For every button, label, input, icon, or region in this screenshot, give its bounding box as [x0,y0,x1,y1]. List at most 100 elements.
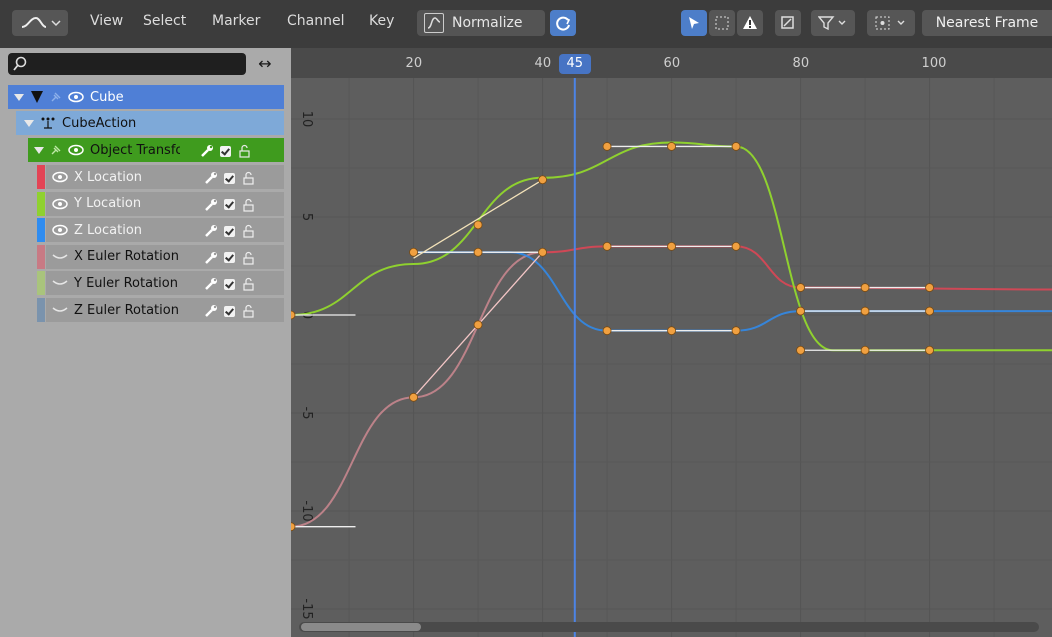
expand-arrow-icon[interactable] [24,119,34,127]
lock-icon[interactable] [241,277,255,291]
eye-closed-icon[interactable] [52,251,68,263]
keyframe-point[interactable] [409,392,418,402]
graph-editor-header: View Select Marker Channel Key Normalize… [0,0,1052,48]
keyframe-point[interactable] [409,247,418,257]
keyframe-point[interactable] [602,326,612,336]
value-tick-label: 10 [299,111,314,128]
graph-canvas[interactable]: 1050-5-10-15 [291,48,1052,637]
eye-icon[interactable] [52,198,68,210]
mute-checkbox[interactable] [220,145,231,157]
eye-closed-icon[interactable] [52,277,68,289]
keyframe-point[interactable] [667,241,676,251]
menu-channel[interactable]: Channel [287,13,344,29]
channel-row-fcurve[interactable]: Z Location [46,218,284,243]
value-tick-label: -15 [299,598,314,619]
lock-icon[interactable] [241,251,255,265]
keyframe-point[interactable] [602,241,612,251]
mute-checkbox[interactable] [224,252,235,264]
eye-closed-icon[interactable] [52,304,68,316]
keyframe-point[interactable] [473,220,483,230]
keyframe-point[interactable] [860,345,870,355]
eye-icon[interactable] [52,171,68,183]
keyframe-point[interactable] [796,306,805,316]
value-tick-label: 5 [299,213,314,221]
mute-checkbox[interactable] [224,305,235,317]
channel-row-fcurve[interactable]: Y Euler Rotation [46,271,284,296]
wrench-icon[interactable] [204,171,218,185]
keyframe-point[interactable] [925,283,934,292]
keyframe-point[interactable] [731,241,741,251]
graph-area[interactable]: 10 5 0 -5 -10 -15 [291,48,1052,637]
keyframe-point[interactable] [860,283,870,292]
eye-icon[interactable] [52,224,68,236]
channel-row-fcurve[interactable]: X Location [46,165,284,189]
search-icon [13,56,27,71]
keyframe-point[interactable] [731,326,741,336]
pin-icon[interactable] [50,91,62,103]
frame-ruler[interactable]: 20 40 60 80 100 45 [291,48,1052,78]
keyframe-point[interactable] [796,283,805,292]
wrench-icon[interactable] [204,224,218,238]
lock-icon[interactable] [241,224,255,238]
auto-normalize-button[interactable] [550,10,576,36]
keyframe-point[interactable] [925,306,934,316]
filter-dropdown[interactable] [811,10,855,36]
pin-icon[interactable] [50,144,62,156]
frame-tick-label: 100 [921,56,947,71]
menu-key[interactable]: Key [369,13,394,29]
eye-icon[interactable] [68,91,84,103]
normalize-toggle[interactable]: Normalize [417,10,545,36]
wrench-icon[interactable] [204,251,218,265]
swap-arrows-icon[interactable]: ↔ [252,54,278,74]
keyframe-point[interactable] [602,142,612,151]
channel-controls [204,277,255,291]
lock-icon[interactable] [237,144,251,158]
handles-toggle-button[interactable] [775,10,801,36]
wrench-icon[interactable] [204,198,218,212]
keyframe-point[interactable] [538,175,547,185]
expand-arrow-icon[interactable] [14,93,24,101]
mute-checkbox[interactable] [224,172,235,184]
keyframe-point[interactable] [538,247,547,257]
keyframe-point[interactable] [291,310,296,320]
keyframe-point[interactable] [667,326,676,336]
only-errors-button[interactable] [737,10,763,36]
value-tick-label: -10 [299,500,314,521]
menu-select[interactable]: Select [143,13,186,29]
pivot-icon [875,16,905,30]
show-hidden-button[interactable] [709,10,735,36]
wrench-icon[interactable] [200,144,214,158]
mute-checkbox[interactable] [224,199,235,211]
wrench-icon[interactable] [204,277,218,291]
keyframe-point[interactable] [860,306,870,316]
editor-type-button[interactable] [12,10,68,36]
menu-view[interactable]: View [90,13,123,29]
mute-checkbox[interactable] [224,225,235,237]
only-selected-button[interactable] [681,10,707,36]
mute-checkbox[interactable] [224,278,235,290]
keyframe-point[interactable] [291,522,296,532]
keyframe-point[interactable] [473,320,483,330]
channel-row-action[interactable]: CubeAction [16,111,284,135]
current-frame-indicator[interactable]: 45 [558,54,591,74]
eye-icon[interactable] [68,144,84,156]
keyframe-point[interactable] [473,247,483,257]
lock-icon[interactable] [241,171,255,185]
channel-row-object[interactable]: Cube [8,85,284,109]
channel-row-fcurve[interactable]: Y Location [46,191,284,216]
channel-row-fcurve[interactable]: X Euler Rotation [46,244,284,269]
lock-icon[interactable] [241,198,255,212]
keyframe-point[interactable] [667,142,676,151]
expand-arrow-icon[interactable] [34,146,44,154]
channel-row-fcurve[interactable]: Z Euler Rotation [46,298,284,322]
lock-icon[interactable] [241,304,255,318]
keyframe-point[interactable] [731,142,741,151]
channel-row-group[interactable]: Object Transforms [28,138,284,162]
channel-search-field[interactable] [8,53,246,75]
keyframe-point[interactable] [925,345,934,355]
snap-mode-dropdown[interactable]: Nearest Frame [922,10,1052,36]
keyframe-point[interactable] [796,345,805,355]
pivot-dropdown[interactable] [867,10,915,36]
menu-marker[interactable]: Marker [212,13,260,29]
wrench-icon[interactable] [204,304,218,318]
